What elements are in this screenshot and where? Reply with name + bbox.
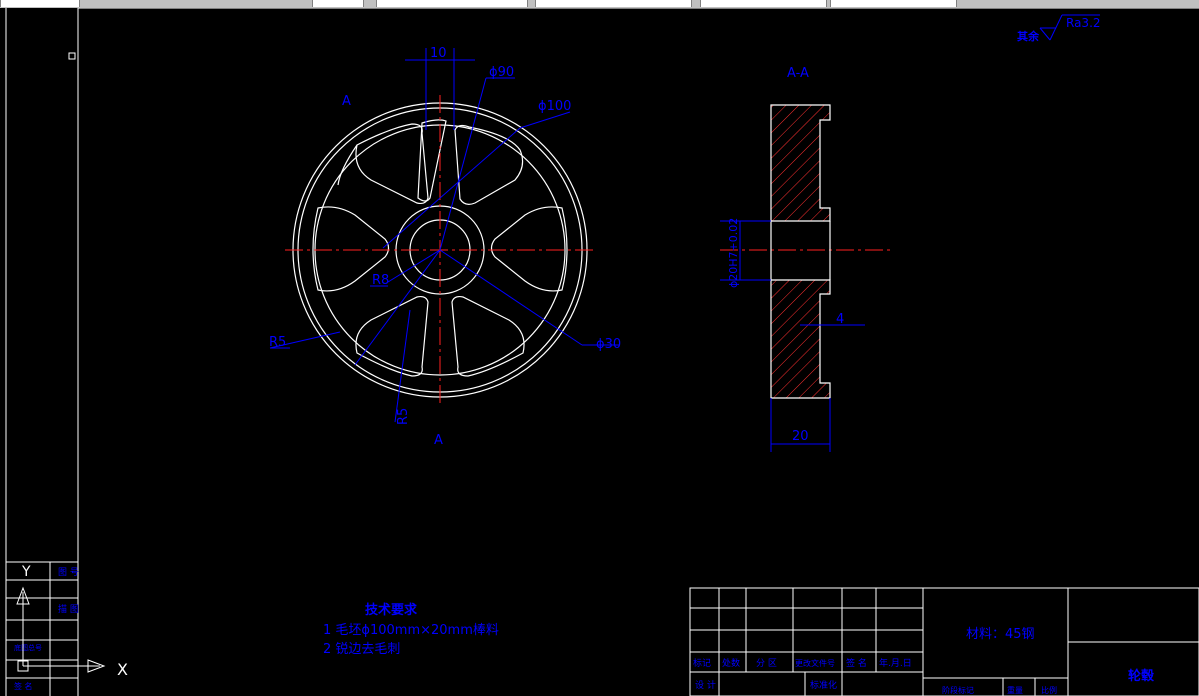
ucs-y-label: Y xyxy=(21,564,31,580)
dim-phi100: ϕ100 xyxy=(538,99,571,114)
drawing-frame xyxy=(5,8,1199,696)
lineweight-combo[interactable] xyxy=(700,0,827,7)
dim-10: 10 xyxy=(430,46,447,61)
tb-header-5: 签 名 xyxy=(846,657,867,669)
view-label-bottom: A xyxy=(434,433,443,448)
dim-r5-bottom: R5 xyxy=(396,408,411,425)
tech-req-title: 技术要求 xyxy=(365,602,418,618)
view-label-top: A xyxy=(342,94,351,109)
tb-header-6: 年.月.日 xyxy=(879,657,912,669)
dim-r5-left: R5 xyxy=(269,335,286,350)
dim-r8: R8 xyxy=(372,273,389,288)
roughness-value: Ra3.2 xyxy=(1066,16,1101,30)
title-block xyxy=(689,587,1199,696)
tb-design: 设 计 xyxy=(695,679,716,691)
dim-4: 4 xyxy=(836,312,844,327)
roughness-label: 其余 xyxy=(1017,29,1040,43)
ucs-x-label: X xyxy=(117,660,128,679)
color-combo[interactable] xyxy=(376,0,528,7)
front-dimensions xyxy=(269,14,1100,423)
drawing-canvas[interactable]: 图 号 描 图 底图总号 签 名 X Y 10 ϕ90 ϕ100 ϕ30 R8 … xyxy=(0,8,1199,696)
strip-label-4: 签 名 xyxy=(14,681,33,691)
tb-material: 材料：45钢 xyxy=(966,627,1035,642)
section-view xyxy=(770,104,831,399)
tb-scale: 比例 xyxy=(1041,685,1057,695)
section-label: A-A xyxy=(787,66,809,81)
plotstyle-combo[interactable] xyxy=(830,0,957,7)
dim-bore: ϕ20H7+0.02 xyxy=(727,218,740,288)
tb-standard: 标准化 xyxy=(810,679,837,691)
tb-header-3: 分 区 xyxy=(756,658,777,669)
tb-header-2: 处数 xyxy=(722,657,740,669)
dim-phi90: ϕ90 xyxy=(489,65,514,80)
tech-req-line2: 2 锐边去毛刺 xyxy=(323,642,400,657)
tb-header-1: 标记 xyxy=(693,657,711,669)
left-strip xyxy=(6,561,78,696)
strip-label-1: 图 号 xyxy=(58,567,79,578)
dim-phi30: ϕ30 xyxy=(596,337,621,352)
strip-label-3: 底图总号 xyxy=(14,643,42,652)
linetype-combo[interactable] xyxy=(535,0,692,7)
tb-part-name: 轮毂 xyxy=(1128,668,1155,684)
dim-20: 20 xyxy=(792,429,809,444)
tb-header-4: 更改文件号 xyxy=(795,658,835,668)
properties-combo[interactable] xyxy=(312,0,364,7)
tech-req-line1: 1 毛坯ϕ100mm×20mm棒料 xyxy=(323,623,499,638)
top-toolbar xyxy=(0,0,1199,8)
tb-weight: 重量 xyxy=(1007,685,1023,695)
tb-stage: 阶段标记 xyxy=(942,685,974,695)
strip-label-2: 描 图 xyxy=(58,603,79,615)
ucs-icon xyxy=(16,586,106,673)
layer-combo[interactable] xyxy=(0,0,80,7)
